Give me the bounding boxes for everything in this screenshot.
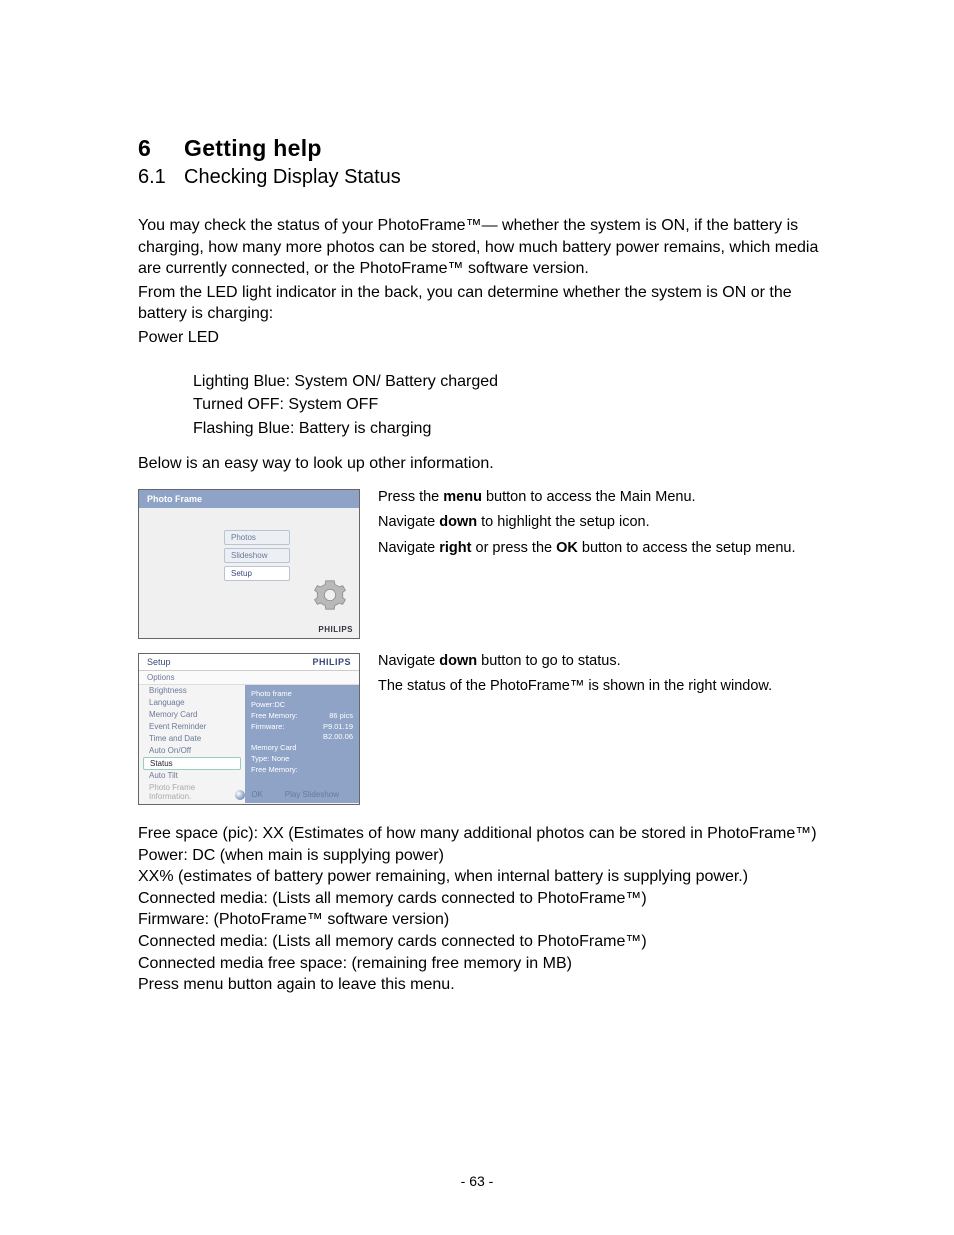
info-connectedmedia-freespace: Connected media free space: (remaining f… bbox=[138, 953, 839, 975]
ss1-menu: Photos Slideshow Setup bbox=[224, 530, 290, 584]
instructions-2: Navigate down button to go to status. Th… bbox=[378, 649, 839, 700]
info-power: Power: DC (when main is supplying power) bbox=[138, 845, 839, 867]
screenshot-main-menu: Photo Frame Photos Slideshow Setup PHILI… bbox=[138, 489, 360, 639]
page: 6Getting help 6.1Checking Display Status… bbox=[0, 0, 954, 1235]
section-title: Getting help bbox=[184, 135, 322, 161]
led-line-2: Turned OFF: System OFF bbox=[193, 394, 839, 416]
ss2-left-list: Brightness Language Memory Card Event Re… bbox=[139, 685, 245, 803]
instr1-line-a: Press the menu button to access the Main… bbox=[378, 485, 839, 510]
ss2-header: Setup PHILIPS bbox=[139, 654, 359, 671]
ss2-item-autoonoff: Auto On/Off bbox=[139, 745, 245, 757]
subsection-heading: 6.1Checking Display Status bbox=[138, 166, 839, 189]
step-row-2: Setup PHILIPS Options Brightness Languag… bbox=[138, 653, 839, 805]
ss2-right-panel: Photo frame Power:DC Free Memory:86 pics… bbox=[245, 685, 359, 803]
step-row-1: Photo Frame Photos Slideshow Setup PHILI… bbox=[138, 489, 839, 639]
nav-circle-icon bbox=[235, 790, 245, 800]
led-line-1: Lighting Blue: System ON/ Battery charge… bbox=[193, 371, 839, 393]
ss2-item-eventreminder: Event Reminder bbox=[139, 721, 245, 733]
ss1-brand: PHILIPS bbox=[318, 625, 353, 634]
section-heading: 6Getting help bbox=[138, 135, 839, 162]
ss2-item-timedate: Time and Date bbox=[139, 733, 245, 745]
intro-p3: Power LED bbox=[138, 327, 839, 349]
instr2-line-b: The status of the PhotoFrame™ is shown i… bbox=[378, 674, 839, 699]
ss2-item-language: Language bbox=[139, 697, 245, 709]
ss1-menu-slideshow: Slideshow bbox=[224, 548, 290, 563]
ss2-header-title: Setup bbox=[147, 657, 171, 667]
info-connectedmedia-2: Connected media: (Lists all memory cards… bbox=[138, 931, 839, 953]
ss2-options-label: Options bbox=[139, 671, 359, 685]
ss1-titlebar: Photo Frame bbox=[139, 490, 359, 508]
ss2-brand: PHILIPS bbox=[312, 657, 351, 667]
instr2-line-a: Navigate down button to go to status. bbox=[378, 649, 839, 674]
info-connectedmedia-1: Connected media: (Lists all memory cards… bbox=[138, 888, 839, 910]
ss2-body: Brightness Language Memory Card Event Re… bbox=[139, 685, 359, 803]
below-text: Below is an easy way to look up other in… bbox=[138, 453, 839, 475]
ss2-item-autotilt: Auto Tilt bbox=[139, 770, 245, 782]
instructions-1: Press the menu button to access the Main… bbox=[378, 485, 839, 561]
subsection-title: Checking Display Status bbox=[184, 166, 401, 188]
closing-text: Press menu button again to leave this me… bbox=[138, 974, 839, 996]
ss2-item-memorycard: Memory Card bbox=[139, 709, 245, 721]
led-line-3: Flashing Blue: Battery is charging bbox=[193, 418, 839, 440]
info-battery: XX% (estimates of battery power remainin… bbox=[138, 866, 839, 888]
ss2-footer-play: Play Slideshow bbox=[285, 790, 339, 799]
section-number: 6 bbox=[138, 135, 184, 162]
instr1-line-c: Navigate right or press the OK button to… bbox=[378, 536, 839, 561]
status-fields-description: Free space (pic): XX (Estimates of how m… bbox=[138, 823, 839, 974]
info-firmware: Firmware: (PhotoFrame™ software version) bbox=[138, 909, 839, 931]
page-number: - 63 - bbox=[0, 1173, 954, 1189]
ss2-item-brightness: Brightness bbox=[139, 685, 245, 697]
subsection-number: 6.1 bbox=[138, 166, 184, 189]
intro-p1: You may check the status of your PhotoFr… bbox=[138, 215, 839, 280]
instr1-line-b: Navigate down to highlight the setup ico… bbox=[378, 510, 839, 535]
ss1-menu-setup: Setup bbox=[224, 566, 290, 581]
ss2-item-status: Status bbox=[143, 757, 241, 770]
ss1-menu-photos: Photos bbox=[224, 530, 290, 545]
led-status-list: Lighting Blue: System ON/ Battery charge… bbox=[193, 371, 839, 440]
gear-icon bbox=[313, 578, 347, 612]
screenshot-setup-status: Setup PHILIPS Options Brightness Languag… bbox=[138, 653, 360, 805]
ss2-footer: OK Play Slideshow bbox=[139, 790, 359, 800]
ss2-footer-ok: OK bbox=[251, 790, 263, 799]
intro-p2: From the LED light indicator in the back… bbox=[138, 282, 839, 325]
info-freespace: Free space (pic): XX (Estimates of how m… bbox=[138, 823, 839, 845]
